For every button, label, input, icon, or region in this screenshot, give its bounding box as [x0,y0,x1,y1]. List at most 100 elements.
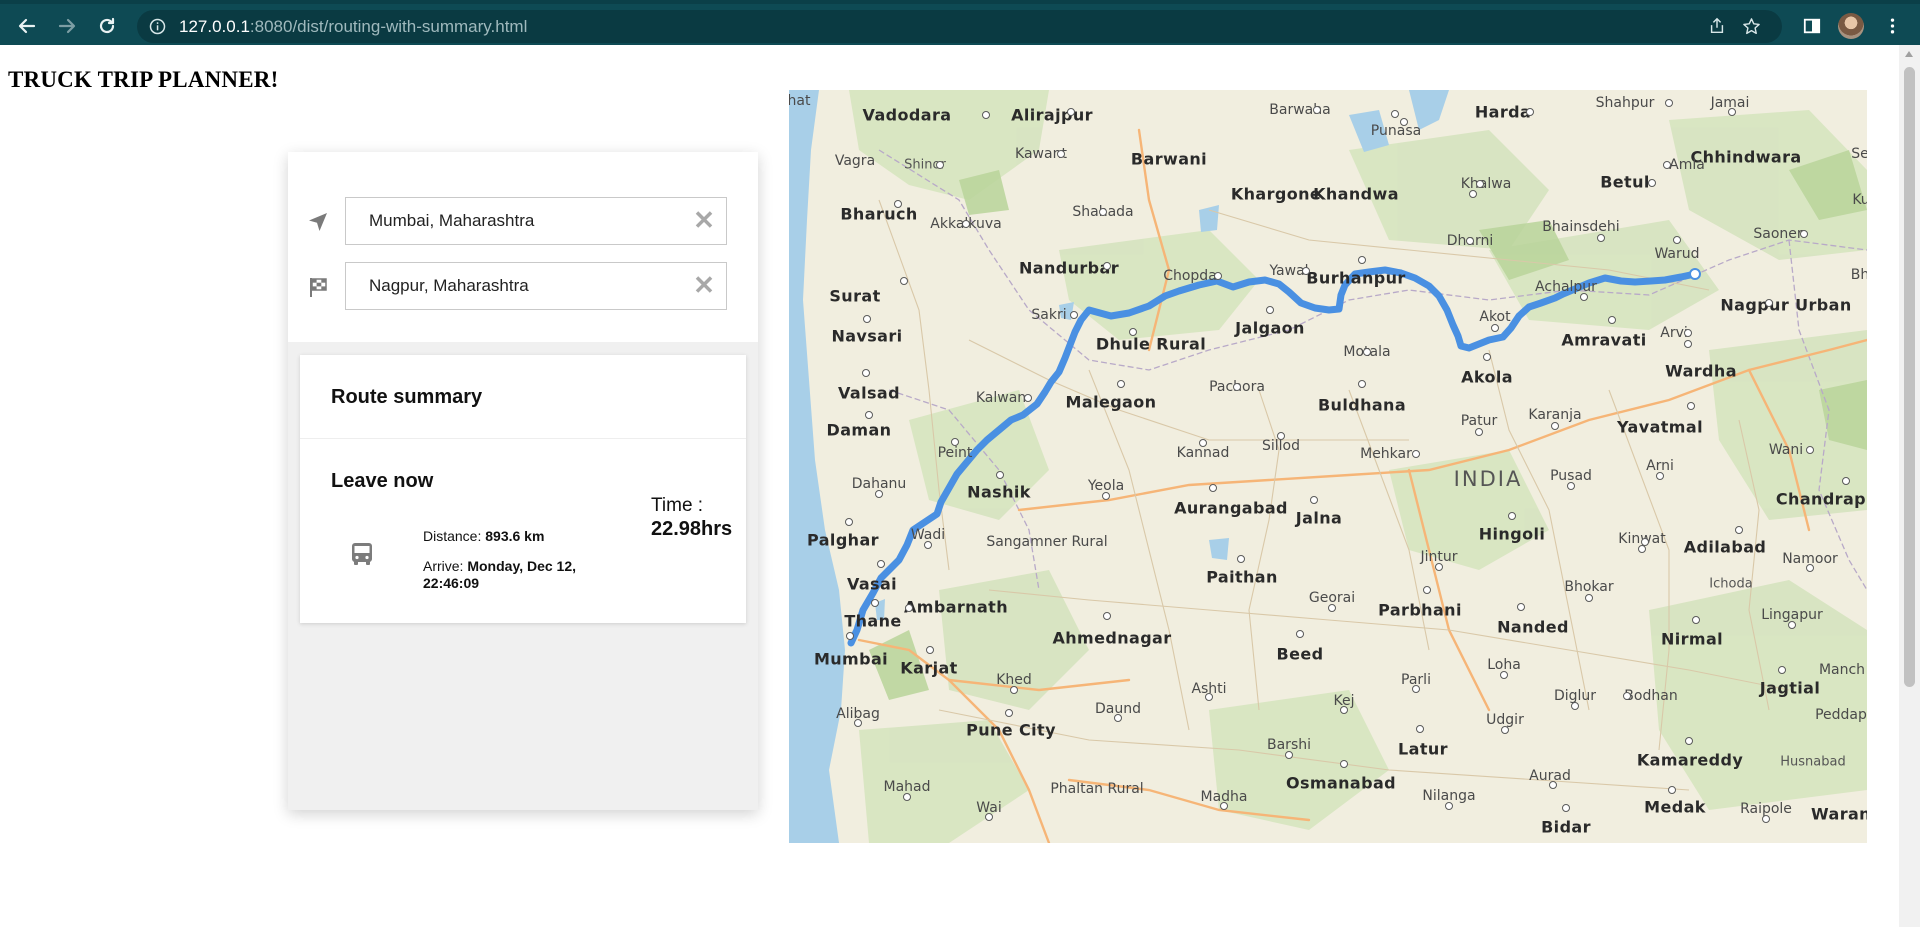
map-label-adilabad: Adilabad [1683,537,1767,557]
map-label-akola: Akola [1461,367,1513,387]
browser-toolbar: 127.0.0.1:8080/dist/routing-with-summary… [0,0,1920,45]
town-marker [1800,230,1808,238]
map-label-bodhan: Bodhan [1624,688,1678,704]
map-label-vasai: Vasai [846,574,898,594]
map-label-hat: hat [789,93,811,109]
map-label-shahpur: Shahpur [1595,95,1655,111]
town-marker [1571,702,1579,710]
town-marker [1117,380,1125,388]
town-marker [1562,804,1570,812]
map-label-bharuch: Bharuch [840,204,918,224]
town-marker [905,604,913,612]
town-marker [846,632,854,640]
map-label-kannad: Kannad [1176,445,1230,461]
map-label-amravati: Amravati [1561,330,1647,350]
checkered-flag-icon [310,278,327,297]
clear-origin-icon[interactable]: ✕ [693,207,715,233]
map-label-warud: Warud [1654,246,1700,262]
town-marker [1692,616,1700,624]
scroll-up-arrow-icon[interactable] [1905,51,1913,57]
map-label-jagtial: Jagtial [1759,678,1821,698]
forward-arrow-icon[interactable] [53,12,81,40]
town-marker [1363,348,1371,356]
map-label-sangamner-rural: Sangamner Rural [986,534,1108,550]
map-label-bhainsdehi: Bhainsdehi [1542,219,1620,235]
map-label-kalwan: Kalwan [975,390,1027,406]
leave-now-label: Leave now [331,470,434,492]
map-label-palghar: Palghar [807,530,879,550]
map-label-dhule-rural: Dhule Rural [1095,334,1207,354]
town-marker [1358,380,1366,388]
town-marker [1580,293,1588,301]
town-marker [1010,686,1018,694]
page-scrollbar[interactable] [1899,45,1920,927]
clear-destination-icon[interactable]: ✕ [693,272,715,298]
map-label-nagpur-urban: Nagpur Urban [1720,295,1852,315]
map-label-patur: Patur [1460,413,1498,429]
route-map[interactable]: Vadodara Alirajpur Harda Chhindwara Barw… [789,90,1867,843]
map-label-thane: Thane [844,611,902,631]
map-label-chopda: Chopda [1163,268,1217,284]
town-marker [1024,394,1032,402]
town-marker [1099,208,1107,216]
town-marker [1673,236,1681,244]
distance-label: Distance: [423,528,486,544]
map-label-akot: Akot [1479,309,1511,325]
town-marker [1684,329,1692,337]
town-marker [1842,477,1850,485]
town-marker [1435,563,1443,571]
town-marker [1103,612,1111,620]
map-label-husnabad: Husnabad [1780,754,1846,770]
bus-icon [352,543,372,565]
town-marker [1501,726,1509,734]
town-marker [926,646,934,654]
map-label-sillod: Sillod [1261,438,1301,454]
town-marker [1005,709,1013,717]
map-label-punasa: Punasa [1370,123,1422,139]
site-info-icon[interactable] [149,18,166,35]
map-label-harda: Harda [1474,102,1532,122]
side-panel-icon[interactable] [1800,14,1824,38]
menu-kebab-icon[interactable] [1880,14,1904,38]
map-label-bhokar: Bhokar [1564,579,1614,595]
destination-row: ✕ [288,262,758,310]
town-marker [1296,630,1304,638]
back-arrow-icon[interactable] [13,12,41,40]
town-marker [845,518,853,526]
town-marker [1623,692,1631,700]
route-summary-card[interactable]: Route summary Leave now Distance: 893.6 … [300,355,746,623]
origin-input[interactable] [345,197,727,245]
town-marker [1663,161,1671,169]
map-label-betul: Betul [1600,172,1650,192]
map-label-malegaon: Malegaon [1065,392,1157,412]
town-marker [1597,234,1605,242]
town-marker [877,560,885,568]
map-label-amla: Amla [1669,157,1705,173]
town-marker [1220,802,1228,810]
destination-input[interactable] [345,262,727,310]
profile-avatar[interactable] [1838,13,1864,39]
reload-icon[interactable] [93,12,121,40]
town-marker [1067,108,1075,116]
map-label-khalwa: Khalwa [1460,176,1512,192]
town-marker [1466,237,1474,245]
town-marker [871,599,879,607]
town-marker [996,471,1004,479]
town-marker [1114,714,1122,722]
scrollbar-thumb[interactable] [1904,67,1915,687]
map-label-achalpur: Achalpur [1535,279,1597,295]
map-label-nanded: Nanded [1497,617,1569,637]
map-label-paithan: Paithan [1206,567,1278,587]
map-label-yavatmal: Yavatmal [1617,417,1703,437]
town-marker [1735,526,1743,534]
town-marker [1469,190,1477,198]
bookmark-star-icon[interactable] [1739,14,1763,38]
share-icon[interactable] [1705,14,1729,38]
town-marker [1277,432,1285,440]
town-marker [1057,150,1065,158]
town-marker [1475,428,1483,436]
town-marker [1340,760,1348,768]
map-label-jalna: Jalna [1295,508,1343,528]
town-marker [875,490,883,498]
address-bar[interactable]: 127.0.0.1:8080/dist/routing-with-summary… [137,10,1782,43]
